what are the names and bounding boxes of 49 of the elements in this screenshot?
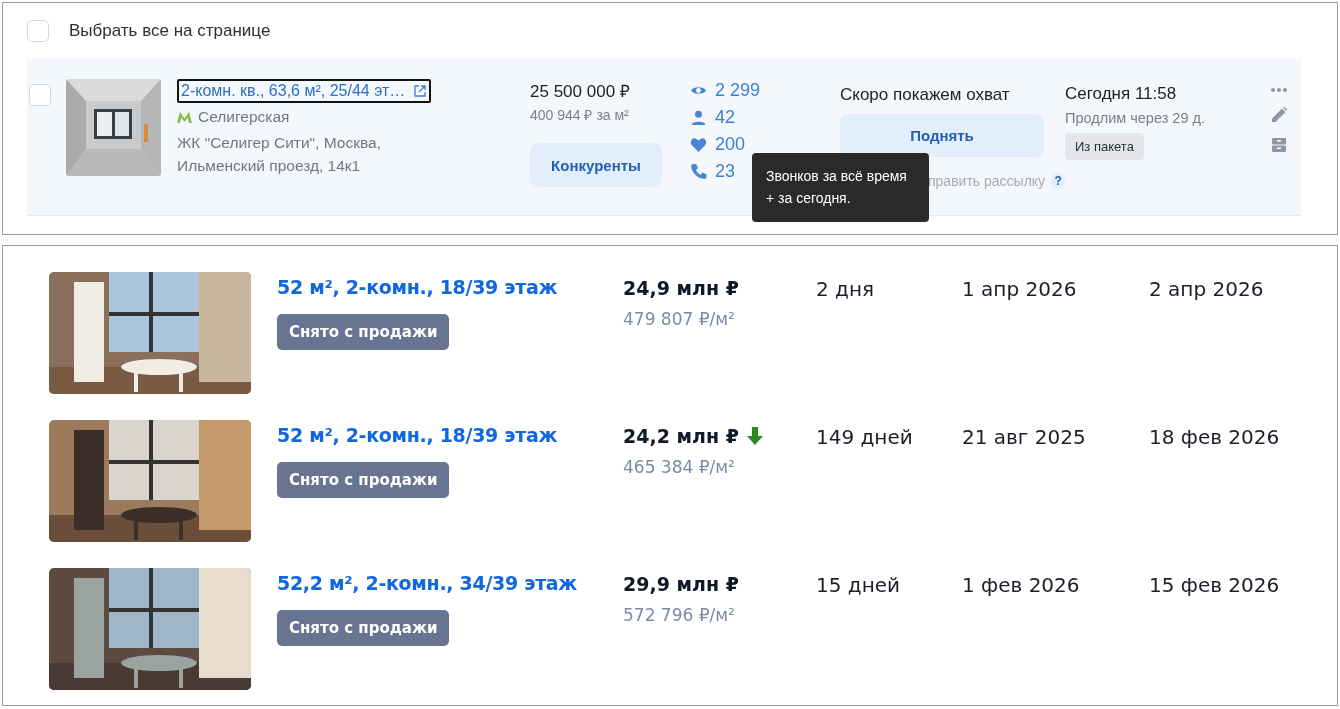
stat-value: 200: [715, 134, 746, 155]
start-date: 21 авг 2025: [962, 425, 1087, 451]
renew-note: Продлим через 29 д.: [1065, 110, 1206, 126]
address: ЖК "Селигер Сити", Москва, Ильменский проезд, 14к1: [177, 133, 382, 177]
price: 24,9 млн ₽: [623, 277, 739, 299]
person-icon: [690, 109, 707, 126]
price-per-meter: 400 944 ₽ за м²: [530, 106, 630, 124]
stat-value: 23: [715, 161, 736, 182]
status-badge: Снято с продажи: [277, 462, 450, 498]
metro-station: Селигерская: [198, 108, 290, 126]
listing-title-link[interactable]: 52 м², 2-комн., 18/39 этаж: [277, 276, 558, 298]
price-per-meter: 479 807 ₽/м²: [623, 309, 736, 329]
help-icon[interactable]: ?: [1051, 172, 1065, 190]
tooltip: Звонков за всё время + за сегодня.: [752, 153, 929, 222]
archive-icon[interactable]: [1271, 137, 1287, 153]
heart-icon: [690, 136, 707, 153]
publish-date: Сегодня 11:58: [1065, 84, 1178, 104]
price-per-meter: 572 796 ₽/м²: [623, 605, 736, 625]
phone-icon: [690, 163, 707, 180]
metro-icon: [177, 111, 192, 123]
price: 25 500 000 ₽: [530, 81, 631, 102]
stat-value: 42: [715, 107, 736, 128]
price: 29,9 млн ₽: [623, 573, 739, 595]
edit-icon[interactable]: [1271, 107, 1287, 123]
days-on-sale: 149 дней: [816, 425, 914, 451]
more-icon[interactable]: [1270, 87, 1288, 93]
listing-title-link[interactable]: 52,2 м², 2-комн., 34/39 этаж: [277, 572, 577, 594]
checkbox[interactable]: [27, 20, 49, 42]
end-date: 15 фев 2026: [1149, 573, 1280, 599]
listing-title-link[interactable]: 2-комн. кв., 63,6 м², 25/44 эт…: [177, 79, 432, 103]
reach-note: Скоро покажем охват: [840, 85, 1011, 105]
checkbox[interactable]: [29, 84, 51, 106]
external-link-icon: [413, 84, 428, 98]
start-date: 1 апр 2026: [962, 277, 1078, 303]
days-on-sale: 15 дней: [816, 573, 901, 599]
days-on-sale: 2 дня: [816, 277, 876, 303]
stat-value: 2 299: [715, 80, 761, 101]
end-date: 18 фев 2026: [1149, 425, 1280, 451]
end-date: 2 апр 2026: [1149, 277, 1264, 303]
status-badge: Снято с продажи: [277, 610, 450, 646]
raise-button[interactable]: Поднять: [840, 114, 1044, 157]
price: 24,2 млн ₽: [623, 425, 739, 447]
listing-title-link[interactable]: 52 м², 2-комн., 18/39 этаж: [277, 424, 558, 446]
price-per-meter: 465 384 ₽/м²: [623, 457, 736, 477]
start-date: 1 фев 2026: [962, 573, 1081, 599]
package-tag: Из пакета: [1065, 133, 1144, 160]
competitors-button[interactable]: Конкуренты: [530, 143, 662, 187]
status-badge: Снято с продажи: [277, 314, 450, 350]
select-all-label: Выбрать все на странице: [69, 21, 271, 41]
